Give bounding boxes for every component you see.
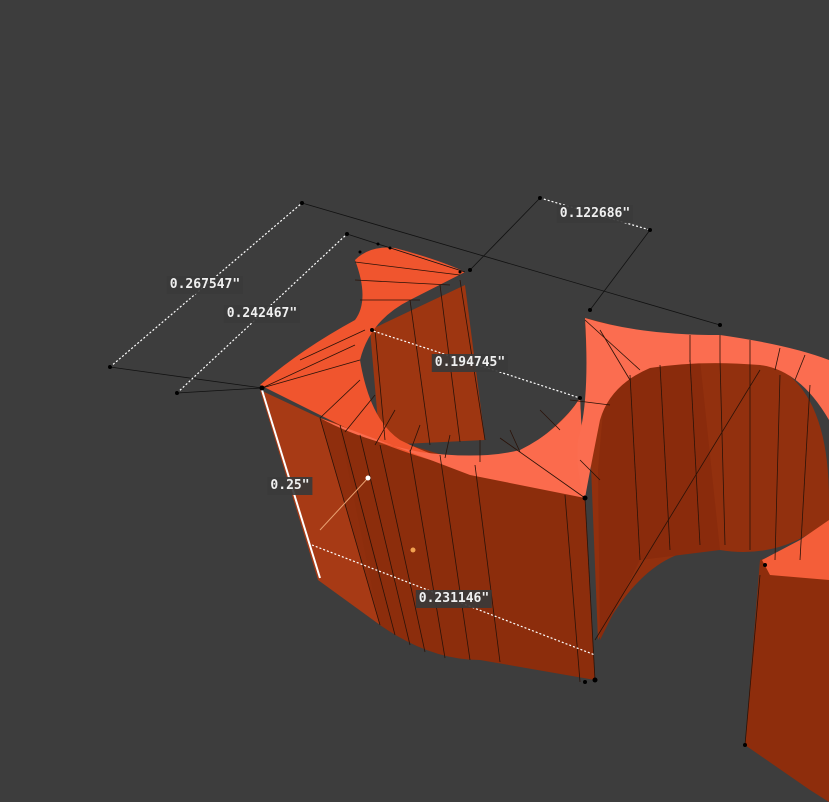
- viewport-canvas[interactable]: [0, 0, 829, 802]
- far-right-wall: [745, 540, 829, 802]
- dim-label-depth: 0.231146": [415, 590, 493, 608]
- object-origin: [410, 547, 416, 553]
- dim-label-outer-width: 0.267547": [166, 276, 244, 294]
- dim-label-height: 0.25": [267, 477, 313, 495]
- pivot-point: [365, 475, 371, 481]
- dim-label-gap: 0.122686": [556, 205, 634, 223]
- dim-label-inner-width: 0.242467": [223, 305, 301, 323]
- 3d-viewport[interactable]: 0.267547" 0.242467" 0.122686" 0.194745" …: [0, 0, 829, 802]
- dim-label-hole: 0.194745": [431, 354, 509, 372]
